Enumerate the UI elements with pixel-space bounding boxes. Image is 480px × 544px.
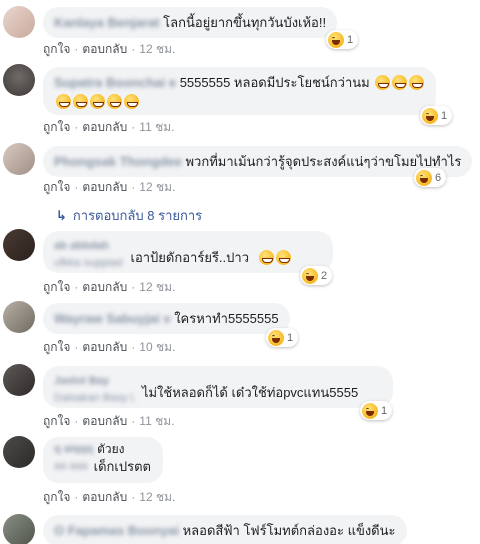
comment-bubble: q aiqqq ตัวยง aa aaa เด็กเปรตต — [43, 437, 163, 483]
reply-link[interactable]: ตอบกลับ — [82, 414, 127, 428]
comment-time[interactable]: 11 ชม. — [139, 414, 174, 428]
comment-bubble: ab abbdah ufkka ouppiad เอาป้ยดักอาร์ยรี… — [43, 231, 333, 273]
like-link[interactable]: ถูกใจ — [43, 180, 70, 194]
rofl-emoji-icon — [90, 94, 105, 109]
comment-time[interactable]: 12 ชม. — [139, 42, 175, 56]
reply-link[interactable]: ตอบกลับ — [82, 490, 127, 504]
rofl-emoji-icon — [124, 94, 139, 109]
comment-author[interactable]: Supatra Boonchai e — [54, 75, 176, 90]
comment-bubble: Kanlaya Benjarat โลกนี้อยู่ยากขึ้นทุกวัน… — [43, 7, 338, 38]
comment-author[interactable]: Phongsak Thongdee — [54, 154, 182, 169]
comment-text-line: ตัวยง — [97, 442, 125, 456]
avatar[interactable] — [3, 364, 35, 396]
reply-arrow-icon: ↳ — [56, 208, 67, 223]
comment-text: เด็กเปรตต — [93, 459, 151, 474]
comment-actions: ถูกใจ · ตอบกลับ · 10 ชม. — [43, 340, 176, 354]
comment-actions: ถูกใจ · ตอบกลับ · 11 ชม. — [43, 414, 175, 428]
comment-actions: ถูกใจ · ตอบกลับ · 12 ชม. — [43, 280, 176, 294]
comment-actions: ถูกใจ · ตอบกลับ · 11 ชม. — [43, 120, 175, 134]
avatar[interactable] — [3, 143, 35, 175]
comment-author[interactable]: Jaslot Bay — [54, 373, 382, 390]
grin-emoji-icon — [409, 75, 425, 90]
comment-time[interactable]: 11 ชม. — [139, 120, 174, 134]
reaction-badge[interactable]: 1 — [360, 401, 393, 420]
haha-reaction-icon — [268, 329, 284, 346]
comment-author[interactable]: Wayraw Sabuyjai v — [54, 311, 171, 326]
avatar[interactable] — [3, 229, 35, 261]
reaction-badge[interactable]: 2 — [300, 266, 333, 285]
haha-reaction-icon — [422, 107, 438, 124]
comment-time[interactable]: 12 ชม. — [139, 280, 175, 294]
comment-bubble: Jaslot Bay Daisakan Basy l. ไม่ใช้หลอดก็… — [43, 366, 393, 408]
grin-emoji-icon — [276, 250, 291, 265]
reply-link[interactable]: ตอบกลับ — [82, 42, 127, 56]
reply-link[interactable]: ตอบกลับ — [82, 120, 127, 134]
reaction-badge[interactable]: 1 — [266, 328, 299, 347]
grin-emoji-icon — [259, 250, 274, 265]
avatar[interactable] — [3, 436, 35, 468]
like-link[interactable]: ถูกใจ — [43, 42, 70, 56]
comment-author-detail: ufkka ouppiad — [54, 257, 123, 269]
comment-author[interactable]: O Fapamas Boonyai — [54, 523, 179, 538]
grin-emoji-icon — [375, 75, 391, 90]
comment-actions: ถูกใจ · ตอบกลับ · 12 ชม. — [43, 490, 176, 504]
reaction-badge[interactable]: 6 — [414, 168, 447, 187]
comment-author-detail: aa aaa — [54, 460, 88, 472]
haha-reaction-icon — [362, 402, 378, 419]
grin-emoji-icon — [392, 75, 408, 90]
comment-time[interactable]: 12 ชม. — [139, 180, 175, 194]
reply-link[interactable]: ตอบกลับ — [82, 340, 127, 354]
reaction-badge[interactable]: 1 — [420, 106, 453, 125]
comment-bubble: Phongsak Thongdee พวกที่มาเม้นกว่ารู้จุด… — [43, 146, 473, 177]
haha-reaction-icon — [328, 31, 344, 48]
haha-reaction-icon — [302, 267, 318, 284]
rofl-emoji-icon — [73, 94, 88, 109]
reaction-count: 1 — [381, 404, 388, 417]
reply-link[interactable]: ตอบกลับ — [82, 180, 127, 194]
avatar[interactable] — [3, 64, 35, 96]
comment-author-detail: Daisakan Basy l. — [54, 392, 136, 404]
reaction-count: 1 — [347, 33, 354, 46]
reaction-badge[interactable]: 1 — [326, 30, 359, 49]
haha-reaction-icon — [416, 169, 432, 186]
comment-actions: ถูกใจ · ตอบกลับ · 12 ชม. — [43, 42, 176, 56]
comment-bubble: Wayraw Sabuyjai v ใครหาทำ5555555 — [43, 303, 290, 334]
comment-text: ใครหาทำ5555555 — [174, 311, 279, 326]
like-link[interactable]: ถูกใจ — [43, 490, 70, 504]
avatar[interactable] — [3, 6, 35, 38]
avatar[interactable] — [3, 514, 35, 544]
grin-emoji-icon — [56, 94, 71, 109]
comment-time[interactable]: 10 ชม. — [139, 340, 175, 354]
view-replies-label: การตอบกลับ 8 รายการ — [72, 208, 203, 223]
like-link[interactable]: ถูกใจ — [43, 414, 70, 428]
reply-link[interactable]: ตอบกลับ — [82, 280, 127, 294]
view-replies-link[interactable]: ↳ การตอบกลับ 8 รายการ — [56, 205, 202, 226]
comment-author[interactable]: Kanlaya Benjarat — [54, 15, 160, 30]
rofl-emoji-icon — [107, 94, 122, 109]
reaction-count: 1 — [287, 331, 294, 344]
comment-text: โลกนี้อยู่ยากขึ้นทุกวันบังเห้อ!! — [163, 15, 327, 30]
like-link[interactable]: ถูกใจ — [43, 280, 70, 294]
comment-bubble: Supatra Boonchai e 5555555 หลอดมีประโยชน… — [43, 67, 436, 115]
comment-text: 5555555 หลอดมีประโยชน์กว่านม — [179, 75, 370, 90]
reaction-count: 2 — [321, 269, 328, 282]
reaction-count: 6 — [435, 171, 442, 184]
comment-author[interactable]: q aiqqq — [54, 441, 93, 458]
avatar[interactable] — [3, 301, 35, 333]
comment-text: หลอดสีฟ้า โฟร์โมทต์กล่องอะ แข็งดีนะ — [182, 523, 396, 538]
comment-time[interactable]: 12 ชม. — [139, 490, 175, 504]
comment-bubble: O Fapamas Boonyai หลอดสีฟ้า โฟร์โมทต์กล่… — [43, 515, 407, 544]
like-link[interactable]: ถูกใจ — [43, 120, 70, 134]
comment-text: พวกที่มาเม้นกว่ารู้จุดประสงค์แน่ๆว่าขโมย… — [185, 154, 462, 169]
reaction-count: 1 — [441, 109, 448, 122]
comment-actions: ถูกใจ · ตอบกลับ · 12 ชม. — [43, 180, 176, 194]
like-link[interactable]: ถูกใจ — [43, 340, 70, 354]
